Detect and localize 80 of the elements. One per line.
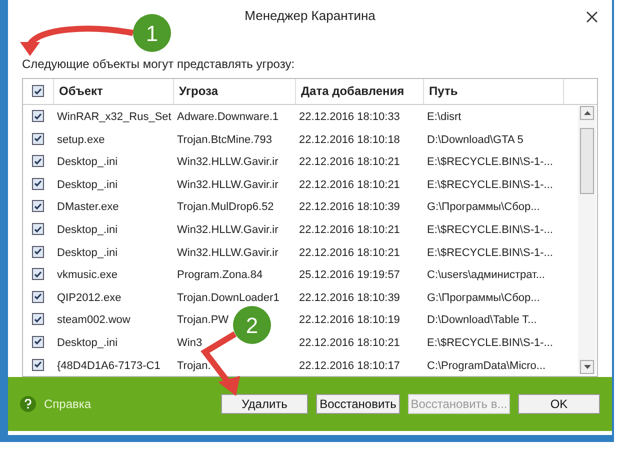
dialog-button[interactable]: OK [518, 394, 600, 414]
dialog-button[interactable]: Восстановить [316, 394, 400, 414]
table-cell: 22.12.2016 18:10:21 [299, 224, 400, 236]
table-cell: QIP2012.exe [57, 292, 122, 304]
table-cell: Desktop_.ini [57, 336, 118, 349]
table-cell: 22.12.2016 18:10:21 [299, 336, 400, 349]
table-cell: E:\disrt [427, 111, 462, 124]
caption-text: Следующие объекты могут представлять угрозу: [22, 56, 295, 71]
table-cell: C:\users\администрат... [427, 269, 545, 282]
checkbox[interactable] [32, 132, 44, 145]
callout-badge: 1 [133, 14, 171, 52]
checkbox[interactable] [32, 290, 44, 303]
table-cell: vkmusic.exe [57, 269, 118, 282]
down-arrow-icon [584, 364, 590, 369]
table-cell: E:\$RECYCLE.BIN\S-1-... [427, 224, 553, 236]
table-cell: steam002.wow [57, 314, 130, 326]
table-cell: Trojan.MulDrop6.52 [177, 201, 274, 214]
callout-badge: 2 [233, 306, 271, 344]
checkbox[interactable] [32, 110, 44, 122]
checkbox[interactable] [32, 85, 44, 98]
checkbox[interactable] [32, 246, 44, 258]
close-icon[interactable] [586, 11, 598, 23]
table-cell: Win32.HLLW.Gavir.ir [177, 178, 278, 191]
scrollbar[interactable] [578, 106, 596, 374]
table-cell: 22.12.2016 18:10:21 [299, 156, 400, 168]
table-cell: Win32.HLLW.Gavir.ir [177, 246, 278, 259]
table-cell: Trojan.BtcMine.793 [177, 134, 272, 146]
table-cell: Trojan. [177, 360, 211, 372]
table-cell: Win32.HLLW.Gavir.ir [177, 224, 278, 236]
dialog-button[interactable]: Удалить [221, 394, 308, 414]
scroll-down-button[interactable] [580, 360, 594, 374]
column-header[interactable]: Угроза [173, 78, 295, 104]
table-cell: 25.12.2016 19:19:57 [299, 269, 400, 282]
help-icon [20, 396, 36, 412]
checkbox[interactable] [32, 336, 44, 348]
column-header[interactable]: Объект [53, 78, 173, 104]
table-cell: Program.Zona.84 [177, 269, 263, 282]
up-arrow-icon [584, 110, 590, 115]
table-cell: Adware.Downware.1 [177, 111, 278, 124]
table-cell: Trojan.PW [177, 314, 229, 326]
checkbox[interactable] [32, 200, 44, 212]
table-cell: G:\Программы\Сбор... [427, 292, 540, 304]
table-cell: Win3 [177, 336, 202, 349]
table-cell: D:\Download\GTA 5 [427, 134, 524, 146]
checkbox[interactable] [32, 358, 44, 371]
table-cell: G:\Программы\Сбор... [427, 201, 540, 214]
table-cell: Win32.HLLW.Gavir.ir [177, 156, 278, 168]
table-cell: 22.12.2016 18:10:33 [299, 111, 400, 124]
table-cell: E:\$RECYCLE.BIN\S-1-... [427, 246, 553, 259]
table-cell: Desktop_.ini [57, 246, 118, 259]
table-cell: E:\$RECYCLE.BIN\S-1-... [427, 178, 553, 191]
scroll-thumb[interactable] [580, 128, 594, 194]
table-cell: C:\ProgramData\Micro... [427, 360, 546, 372]
checkbox[interactable] [32, 313, 44, 326]
table-cell: Desktop_.ini [57, 224, 118, 236]
table-cell: E:\$RECYCLE.BIN\S-1-... [427, 156, 553, 168]
checkbox[interactable] [32, 223, 44, 235]
table-cell: D:\Download\Table T... [427, 314, 537, 326]
table-cell: 22.12.2016 18:10:39 [299, 292, 400, 304]
table-cell: 22.12.2016 18:10:18 [299, 134, 400, 146]
table-cell: Desktop_.ini [57, 178, 118, 191]
table-cell: 22.12.2016 18:10:21 [299, 178, 400, 191]
table-cell: 22.12.2016 18:10:21 [299, 246, 400, 259]
table-cell: 22.12.2016 18:10:39 [299, 201, 400, 214]
scroll-up-button[interactable] [580, 106, 594, 120]
checkbox[interactable] [32, 178, 44, 190]
column-header[interactable]: Дата добавления [295, 78, 423, 104]
checkbox[interactable] [32, 155, 44, 168]
table-cell: WinRAR_x32_Rus_Set [57, 111, 172, 124]
column-header[interactable]: Путь [423, 78, 563, 104]
table-cell: Trojan.DownLoader1 [177, 292, 280, 304]
table-cell: Desktop_.ini [57, 156, 118, 168]
table-cell: {48D4D1A6-7173-C1 [57, 360, 160, 372]
table-cell: DMaster.exe [57, 201, 119, 214]
table-cell: setup.exe [57, 134, 105, 146]
table-cell: 22.12.2016 18:10:17 [299, 360, 400, 372]
window-title: Менеджер Карантина [244, 7, 376, 26]
table-cell: E:\$RECYCLE.BIN\S-1-... [427, 336, 553, 349]
table-cell: 22.12.2016 18:10:19 [299, 314, 400, 326]
checkbox[interactable] [32, 268, 44, 280]
